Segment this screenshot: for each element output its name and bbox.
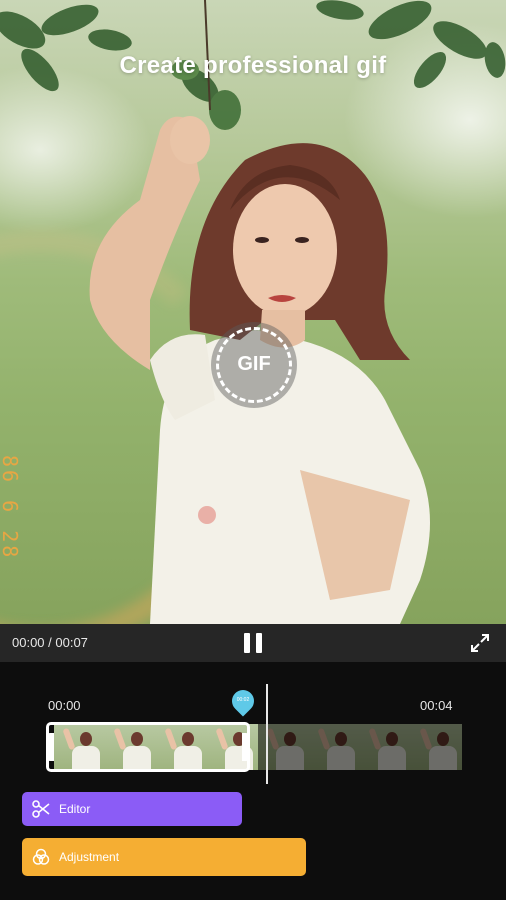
adjustment-button[interactable]: Adjustment — [22, 838, 306, 876]
expand-icon — [471, 634, 489, 652]
trim-handle-right[interactable] — [242, 733, 250, 761]
playhead-label: 00:02 — [236, 697, 250, 703]
timeline-end-time: 00:04 — [420, 698, 453, 713]
filmstrip-frame — [411, 724, 462, 770]
filmstrip-frame — [360, 724, 411, 770]
gif-badge-label: GIF — [237, 353, 271, 375]
trim-selection[interactable] — [46, 722, 250, 772]
preview-image: 86 6 28 Create professional gif GIF — [0, 0, 506, 624]
timeline-panel: 00:00 00:04 00:02 Editor Adjustment — [0, 662, 506, 900]
scissors-icon — [32, 800, 50, 818]
player-controls: 00:00 / 00:07 — [0, 624, 506, 662]
editor-button-label: Editor — [59, 802, 91, 816]
filters-icon — [32, 848, 50, 865]
pause-button[interactable] — [241, 631, 265, 655]
gif-badge: GIF — [211, 322, 297, 408]
playhead-line[interactable] — [266, 684, 268, 784]
person-illustration — [89, 116, 430, 624]
hero-title: Create professional gif — [119, 52, 387, 79]
date-stamp: 86 6 28 — [0, 455, 22, 561]
fullscreen-button[interactable] — [468, 631, 492, 655]
timeline-start-time: 00:00 — [48, 698, 81, 713]
trim-handle-left[interactable] — [46, 733, 54, 761]
filmstrip-frame — [309, 724, 360, 770]
pause-icon-bar — [256, 633, 262, 653]
pause-icon — [244, 633, 250, 653]
adjustment-button-label: Adjustment — [59, 850, 120, 864]
time-readout: 00:00 / 00:07 — [12, 635, 88, 650]
editor-button[interactable]: Editor — [22, 792, 242, 826]
